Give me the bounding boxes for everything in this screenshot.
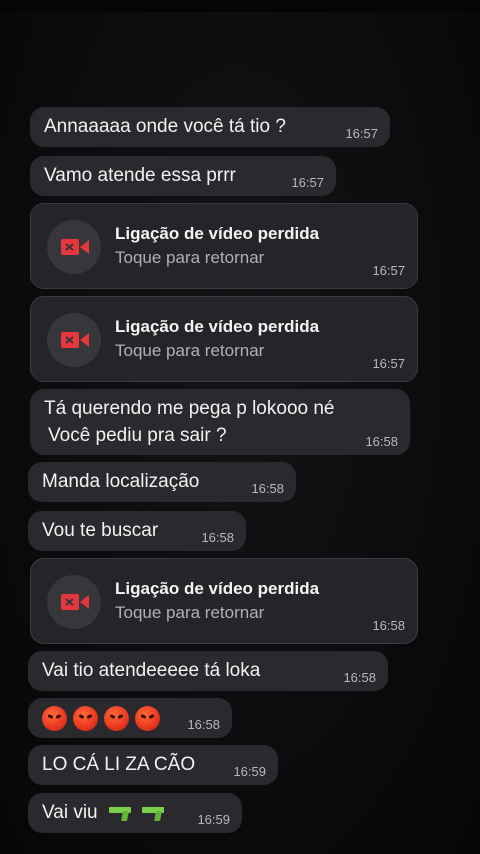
missed-video-call-icon xyxy=(47,575,101,629)
message-time: 16:58 xyxy=(187,717,220,732)
message-bubble[interactable]: Tá querendo me pega p lokooo né Você ped… xyxy=(30,389,410,455)
message-bubble[interactable]: Vai viu 16:59 xyxy=(28,793,242,833)
message-bubble[interactable]: LO CÁ LI ZA CÃO 16:59 xyxy=(28,745,278,785)
message-time: 16:59 xyxy=(233,764,266,779)
message-time: 16:57 xyxy=(345,126,378,141)
message-time: 16:59 xyxy=(197,812,230,827)
message-time: 16:58 xyxy=(372,618,405,633)
call-subtitle: Toque para retornar xyxy=(115,248,265,267)
angry-face-icon xyxy=(135,706,160,731)
call-subtitle: Toque para retornar xyxy=(115,603,265,622)
water-pistol-icon xyxy=(108,805,131,821)
message-bubble[interactable]: 16:58 xyxy=(28,698,232,738)
message-text-line-1: Tá querendo me pega p lokooo né xyxy=(44,398,335,419)
message-bubble[interactable]: Vai tio atendeeeee tá loka 16:58 xyxy=(28,651,388,691)
message-text: Vou te buscar xyxy=(42,520,159,541)
message-time: 16:57 xyxy=(372,356,405,371)
angry-face-icon xyxy=(104,706,129,731)
missed-video-call-icon xyxy=(47,313,101,367)
call-title: Ligação de vídeo perdida xyxy=(115,317,320,336)
call-title: Ligação de vídeo perdida xyxy=(115,579,320,598)
message-text: Annaaaaa onde você tá tio ? xyxy=(44,116,286,137)
message-time: 16:57 xyxy=(372,263,405,278)
angry-face-icon xyxy=(73,706,98,731)
message-text: Vai tio atendeeeee tá loka xyxy=(42,660,261,681)
emoji-row xyxy=(42,706,160,731)
message-text: LO CÁ LI ZA CÃO xyxy=(42,754,196,775)
missed-video-call[interactable]: Ligação de vídeo perdida Toque para reto… xyxy=(30,296,418,382)
message-time: 16:58 xyxy=(365,434,398,449)
call-title: Ligação de vídeo perdida xyxy=(115,224,320,243)
missed-video-call-icon xyxy=(47,220,101,274)
message-time: 16:58 xyxy=(251,481,284,496)
message-time: 16:58 xyxy=(343,670,376,685)
water-pistol-icon xyxy=(142,805,165,821)
message-text: Vamo atende essa prrr xyxy=(44,165,236,186)
chat-screen: Annaaaaa onde você tá tio ? 16:57 Vamo a… xyxy=(0,0,480,854)
message-text: Manda localização xyxy=(42,471,200,492)
call-subtitle: Toque para retornar xyxy=(115,341,265,360)
angry-face-icon xyxy=(42,706,67,731)
message-text: Vai viu xyxy=(42,802,98,823)
message-bubble[interactable]: Manda localização 16:58 xyxy=(28,462,296,502)
message-bubble[interactable]: Vou te buscar 16:58 xyxy=(28,511,246,551)
message-time: 16:57 xyxy=(291,175,324,190)
missed-video-call[interactable]: Ligação de vídeo perdida Toque para reto… xyxy=(30,203,418,289)
message-time: 16:58 xyxy=(201,530,234,545)
message-bubble[interactable]: Vamo atende essa prrr 16:57 xyxy=(30,156,336,196)
missed-video-call[interactable]: Ligação de vídeo perdida Toque para reto… xyxy=(30,558,418,644)
message-bubble[interactable]: Annaaaaa onde você tá tio ? 16:57 xyxy=(30,107,390,147)
message-list[interactable]: Annaaaaa onde você tá tio ? 16:57 Vamo a… xyxy=(0,0,480,854)
message-text-wrap: Vai viu xyxy=(42,802,165,824)
message-text-line-2: Você pediu pra sair ? xyxy=(48,425,227,446)
